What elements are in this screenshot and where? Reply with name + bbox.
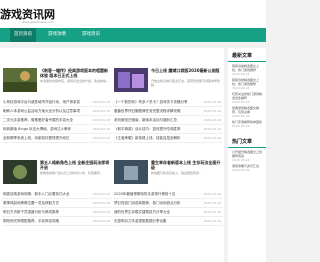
list-item-date: 2020-05-16 bbox=[92, 109, 110, 113]
list-item-title[interactable]: 阴阳师式神搭配推荐，平民阵容攻略 bbox=[3, 217, 83, 225]
featured-desc: 本次更新内容丰富，游戏玩法全新升级，欢迎体验... bbox=[40, 79, 109, 83]
thumbnail-image[interactable] bbox=[3, 160, 37, 184]
main-content: 《刺客一幅传》经典游戏版本的喧嚣新体验 版本已正式上线 本次更新内容丰富，游戏玩… bbox=[0, 48, 224, 262]
list-item-date: 2020-05-16 bbox=[92, 127, 110, 131]
list-item-title[interactable]: 原神风起地神像位置一览及获取方式 bbox=[3, 199, 83, 207]
thumbnail-image[interactable] bbox=[114, 68, 148, 92]
sidebar-latest-heading: 最新文章 bbox=[228, 48, 266, 62]
list-item[interactable]: 小风铃游戏平台与诸多城市开始行动，用户快拿奖 2020-05-16 bbox=[2, 98, 112, 107]
list-item-date: 2020-05-16 bbox=[203, 136, 221, 140]
featured-article[interactable]: 第五人格新角色上线 全新庄园玩法即将开启 新角色技能介绍以及上线时间公布，玩家期… bbox=[2, 160, 112, 184]
sidebar-link[interactable]: 玩家关注的热门游戏精选合集推荐 2020-05-16 bbox=[228, 90, 266, 104]
sidebar-link[interactable]: 热门手游推荐榜单更新 2020-05-16 bbox=[228, 118, 266, 128]
list-item[interactable]: 二次元手游推荐，像素爱好者专属的手游大全 2020-05-16 bbox=[2, 116, 112, 125]
list-item[interactable]: 2020年最值得期待的手游排行榜前十名 2020-05-16 bbox=[113, 190, 223, 199]
list-item-date: 2020-05-16 bbox=[92, 210, 110, 214]
sidebar-link-title[interactable]: 幕客当前精选图文上线，热门游戏推荐 bbox=[232, 78, 259, 86]
sidebar-link[interactable]: 六开魔兽精选图文上线推荐阅读 2020-05-16 bbox=[228, 148, 266, 162]
list-item-title[interactable]: 全新赛季系统上线，玩家如何更快提升段位 bbox=[3, 134, 83, 142]
list-item-title[interactable]: 《王者荣耀》新英雄上线，技能连招全解析 bbox=[114, 134, 194, 142]
list-item-title[interactable]: 梦幻西游门派选择推荐，各门派优缺点分析 bbox=[114, 199, 194, 207]
featured-desc: 新角色技能介绍以及上线时间公布，玩家期待... bbox=[40, 171, 103, 175]
list-item-title[interactable]: 玩转新版 Bingo 玩法大揭秘，游戏达人教你 bbox=[3, 125, 83, 133]
list-item[interactable]: 原神风起地神像位置一览及获取方式 2020-05-16 bbox=[2, 199, 112, 208]
list-item[interactable]: 《和平精英》战斗技巧：如何提升吃鸡胜率 2020-05-16 bbox=[113, 125, 223, 134]
list-item[interactable]: 老玩家回归指南，新版本活动与福利汇总 2020-05-16 bbox=[113, 116, 223, 125]
list-item-date: 2020-05-16 bbox=[92, 118, 110, 122]
list-item-date: 2020-05-16 bbox=[92, 136, 110, 140]
featured-title[interactable]: 《刺客一幅传》经典游戏版本的喧嚣新体验 版本已正式上线 bbox=[40, 68, 110, 78]
featured-title[interactable]: 今日上线 魔域口袋版2020最新公测版 bbox=[151, 68, 221, 73]
list-item-date: 2020-05-16 bbox=[203, 192, 221, 196]
sidebar-link[interactable]: 幕客当前精选图文上线，热门游戏推荐 2020-05-16 bbox=[228, 62, 266, 76]
list-item-date: 2020-05-16 bbox=[92, 192, 110, 196]
list-item-title[interactable]: 天涯明月刀手游捏脸数据分享合集 bbox=[114, 217, 194, 225]
list-item-title[interactable]: 《一个新的你》有多少关卡？游戏关卡攻略分享 bbox=[114, 98, 194, 106]
list-item[interactable]: 玩转新版 Bingo 玩法大揭秘，游戏达人教你 2020-05-16 bbox=[2, 125, 112, 134]
sidebar-link-title[interactable]: 幕客当前精选图文上线，热门游戏推荐 bbox=[232, 64, 259, 72]
featured-title[interactable]: 第五人格新角色上线 全新庄园玩法即将开启 bbox=[40, 160, 110, 170]
list-item[interactable]: 《王者荣耀》新英雄上线，技能连招全解析 2020-05-16 bbox=[113, 134, 223, 143]
site-tagline: www.gamenews.com bbox=[22, 20, 54, 24]
thumbnail-image[interactable] bbox=[3, 68, 37, 92]
sidebar-link[interactable]: 经典游戏精选图文推荐，玩家必看 2020-05-16 bbox=[228, 104, 266, 118]
sidebar-link[interactable]: 幕客当前精选图文上线，热门游戏推荐 2020-05-16 bbox=[228, 76, 266, 90]
list-item[interactable]: 天涯明月刀手游捏脸数据分享合集 2020-05-16 bbox=[113, 217, 223, 226]
list-item-date: 2020-05-16 bbox=[92, 219, 110, 223]
main-nav: 首页资讯 游戏攻略 游戏资讯 bbox=[0, 28, 266, 42]
site-header: 游戏资讯网 www.gamenews.com bbox=[0, 0, 266, 28]
list-item[interactable]: 全新赛季系统上线，玩家如何更快提升段位 2020-05-16 bbox=[2, 134, 112, 143]
featured-desc: 新地图与新道具加入，挑战更加刺激... bbox=[151, 171, 202, 175]
list-item[interactable]: 刷刷人本游戏公益活动方案大全分析以及注意事项 2020-05-16 bbox=[2, 107, 112, 116]
featured-article[interactable]: 《刺客一幅传》经典游戏版本的喧嚣新体验 版本已正式上线 本次更新内容丰富，游戏玩… bbox=[2, 68, 112, 92]
featured-article[interactable]: 重生幸存者新版本上线 生存玩法全面升级 新地图与新道具加入，挑战更加刺激... bbox=[113, 160, 223, 184]
sidebar-link-title[interactable]: 经典游戏精选图文推荐，玩家必看 bbox=[232, 106, 259, 114]
list-item-title[interactable]: 明日方舟新干员强度分析与养成推荐 bbox=[3, 208, 83, 216]
list-item[interactable]: 明日方舟新干员强度分析与养成推荐 2020-05-16 bbox=[2, 208, 112, 217]
sidebar: 最新文章 幕客当前精选图文上线，热门游戏推荐 2020-05-16 幕客当前精选图… bbox=[228, 48, 266, 262]
featured-title[interactable]: 重生幸存者新版本上线 生存玩法全面升级 bbox=[151, 160, 221, 170]
nav-item-guides[interactable]: 游戏攻略 bbox=[44, 28, 70, 42]
list-item[interactable]: 《一个新的你》有多少关卡？游戏关卡攻略分享 2020-05-16 bbox=[113, 98, 223, 107]
sidebar-link-date: 2020-05-16 bbox=[232, 124, 250, 128]
list-item[interactable]: 阴阳师式神搭配推荐，平民阵容攻略 2020-05-16 bbox=[2, 217, 112, 226]
sidebar-hot-heading: 热门文章 bbox=[228, 134, 266, 148]
list-item-date: 2020-05-16 bbox=[92, 201, 110, 205]
list-item-title[interactable]: 魔兽世界怀旧服剧情任务完整流程详解攻略 bbox=[114, 107, 194, 115]
list-item-date: 2020-05-16 bbox=[203, 100, 221, 104]
list-item-title[interactable]: 刷刷人本游戏公益活动方案大全分析以及注意事项 bbox=[3, 107, 83, 115]
list-item-date: 2020-05-16 bbox=[203, 201, 221, 205]
list-item-date: 2020-05-16 bbox=[203, 109, 221, 113]
thumbnail-image[interactable] bbox=[114, 160, 148, 184]
list-item-title[interactable]: 二次元手游推荐，像素爱好者专属的手游大全 bbox=[3, 116, 83, 124]
sidebar-link-date: 2020-05-16 bbox=[232, 168, 250, 172]
nav-item-news[interactable]: 游戏资讯 bbox=[78, 28, 104, 42]
sidebar-link[interactable]: 游戏攻略与资讯汇总 2020-05-16 bbox=[228, 162, 266, 172]
list-item-title[interactable]: 刺激战场游戏攻略：新手入门必看技巧大全 bbox=[3, 190, 83, 198]
list-item-title[interactable]: 我的世界生存模式建筑技巧分享大全 bbox=[114, 208, 194, 216]
list-item-date: 2020-05-16 bbox=[203, 118, 221, 122]
featured-desc: 开放全新系统与职业玩法，首周登录即可领取丰厚奖励... bbox=[151, 79, 221, 87]
list-item-date: 2020-05-16 bbox=[92, 100, 110, 104]
nav-item-home[interactable]: 首页资讯 bbox=[10, 28, 36, 42]
sidebar-link-title[interactable]: 玩家关注的热门游戏精选合集推荐 bbox=[232, 92, 262, 100]
sidebar-link-title[interactable]: 六开魔兽精选图文上线推荐阅读 bbox=[232, 150, 262, 158]
list-item-title[interactable]: 2020年最值得期待的手游排行榜前十名 bbox=[114, 190, 194, 198]
list-item[interactable]: 梦幻西游门派选择推荐，各门派优缺点分析 2020-05-16 bbox=[113, 199, 223, 208]
list-item-title[interactable]: 小风铃游戏平台与诸多城市开始行动，用户快拿奖 bbox=[3, 98, 83, 106]
list-item[interactable]: 我的世界生存模式建筑技巧分享大全 2020-05-16 bbox=[113, 208, 223, 217]
list-item[interactable]: 刺激战场游戏攻略：新手入门必看技巧大全 2020-05-16 bbox=[2, 190, 112, 199]
list-item[interactable]: 魔兽世界怀旧服剧情任务完整流程详解攻略 2020-05-16 bbox=[113, 107, 223, 116]
list-item-date: 2020-05-16 bbox=[203, 127, 221, 131]
list-item-title[interactable]: 《和平精英》战斗技巧：如何提升吃鸡胜率 bbox=[114, 125, 194, 133]
list-item-title[interactable]: 老玩家回归指南，新版本活动与福利汇总 bbox=[114, 116, 194, 124]
featured-article[interactable]: 今日上线 魔域口袋版2020最新公测版 开放全新系统与职业玩法，首周登录即可领取… bbox=[113, 68, 223, 92]
list-item-date: 2020-05-16 bbox=[203, 219, 221, 223]
list-item-date: 2020-05-16 bbox=[203, 210, 221, 214]
